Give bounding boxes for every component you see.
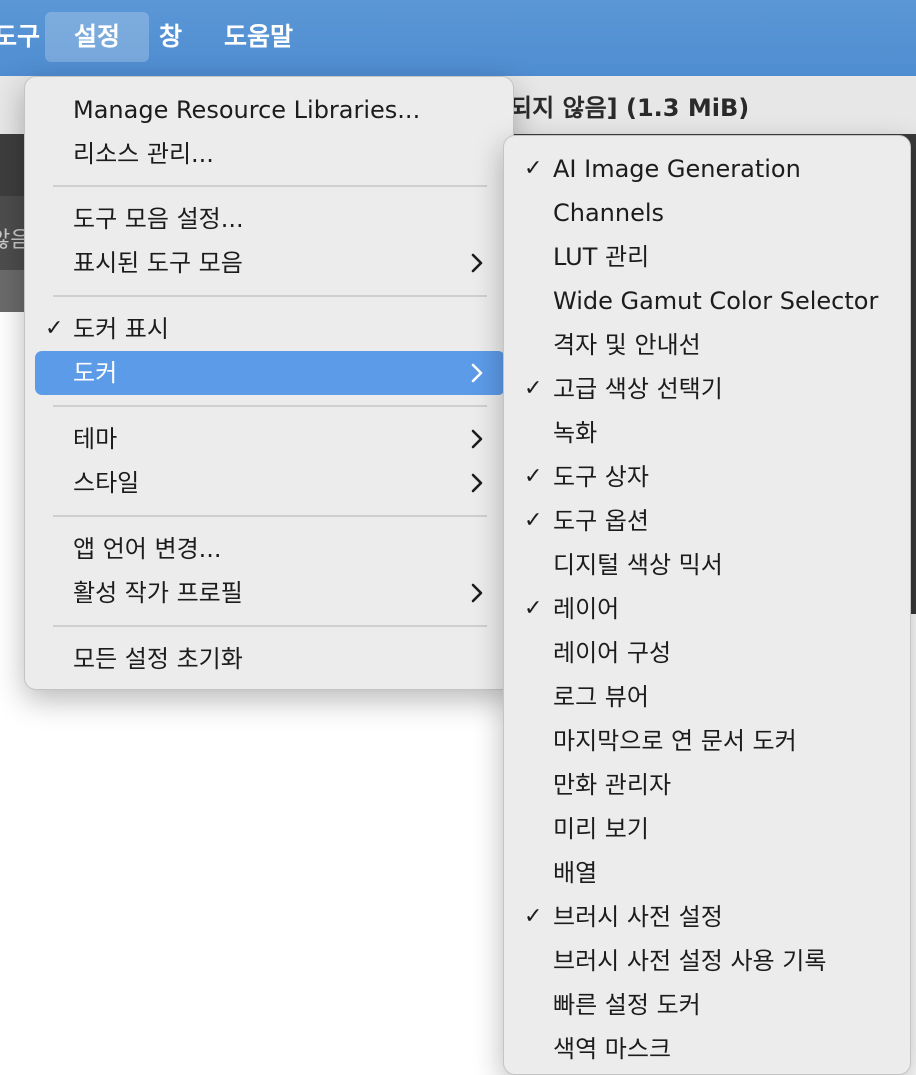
menu-item-label: 도커 표시	[73, 315, 169, 343]
menu-item-label: 테마	[73, 425, 118, 453]
menu-separator	[53, 185, 487, 187]
menu-item-label: 도구 모음 설정...	[73, 205, 244, 233]
menu-item-active-author-profile[interactable]: 활성 작가 프로필	[35, 571, 505, 615]
menu-item-label: 스타일	[73, 469, 140, 497]
docker-item-channels[interactable]: Channels	[510, 191, 906, 235]
menu-item-switch-app-language[interactable]: 앱 언어 변경...	[35, 527, 505, 571]
menu-item-label: 모든 설정 초기화	[73, 645, 243, 673]
docker-item-label: 레이어	[553, 595, 620, 623]
docker-item-label: 녹화	[553, 419, 598, 447]
checkmark-icon: ✓	[524, 464, 543, 489]
menu-item-themes[interactable]: 테마	[35, 417, 505, 461]
docker-item-label: 색역 마스크	[553, 1035, 672, 1063]
menu-bar: 도구 설정 창 도움말	[0, 0, 916, 76]
docker-item-grids-and-guides[interactable]: 격자 및 안내선	[510, 323, 906, 367]
checkmark-icon: ✓	[524, 376, 543, 401]
docker-item-tool-options[interactable]: ✓ 도구 옵션	[510, 499, 906, 543]
chevron-right-icon	[467, 351, 487, 395]
docker-item-compositions[interactable]: 레이어 구성	[510, 631, 906, 675]
docker-item-label: 브러시 사전 설정 사용 기록	[553, 947, 827, 975]
menu-item-label: 앱 언어 변경...	[73, 535, 222, 563]
docker-item-comics-manager[interactable]: 만화 관리자	[510, 763, 906, 807]
dockers-submenu: ✓ AI Image Generation Channels LUT 관리 Wid…	[503, 135, 911, 1075]
docker-item-label: Wide Gamut Color Selector	[553, 287, 879, 315]
docker-item-ai-image-generation[interactable]: ✓ AI Image Generation	[510, 147, 906, 191]
settings-menu: Manage Resource Libraries... 리소스 관리... 도…	[24, 76, 514, 690]
menu-separator	[53, 625, 487, 627]
chevron-right-icon	[467, 241, 487, 285]
checkmark-icon: ✓	[524, 596, 543, 621]
docker-item-label: 고급 색상 선택기	[553, 375, 723, 403]
menu-item-label: 활성 작가 프로필	[73, 579, 243, 607]
docker-item-label: 미리 보기	[553, 815, 649, 843]
menu-item-label: 리소스 관리...	[73, 140, 214, 168]
menu-separator	[53, 405, 487, 407]
docker-item-advanced-color-selector[interactable]: ✓ 고급 색상 선택기	[510, 367, 906, 411]
docker-item-label: 레이어 구성	[553, 639, 672, 667]
menu-separator	[53, 295, 487, 297]
menu-item-label: Manage Resource Libraries...	[73, 96, 421, 124]
docker-item-label: 마지막으로 연 문서 도커	[553, 727, 797, 755]
docker-item-label: 만화 관리자	[553, 771, 672, 799]
docker-item-label: 격자 및 안내선	[553, 331, 701, 359]
docker-item-recorder[interactable]: 녹화	[510, 411, 906, 455]
menu-item-show-dockers[interactable]: ✓ 도커 표시	[35, 307, 505, 351]
docker-item-label: 도구 옵션	[553, 507, 649, 535]
docker-item-label: 브러시 사전 설정	[553, 903, 723, 931]
docker-item-label: 로그 뷰어	[553, 683, 649, 711]
docker-item-quick-settings[interactable]: 빠른 설정 도커	[510, 983, 906, 1027]
docker-item-label: 디지털 색상 믹서	[553, 551, 723, 579]
menu-item-dockers[interactable]: 도커	[35, 351, 505, 395]
docker-item-overview[interactable]: 미리 보기	[510, 807, 906, 851]
chevron-right-icon	[467, 417, 487, 461]
docker-item-toolbox[interactable]: ✓ 도구 상자	[510, 455, 906, 499]
docker-item-label: 도구 상자	[553, 463, 649, 491]
menubar-item-help[interactable]: 도움말	[224, 12, 293, 62]
docker-item-brush-presets[interactable]: ✓ 브러시 사전 설정	[510, 895, 906, 939]
menu-item-label: 표시된 도구 모음	[73, 249, 243, 277]
docker-item-label: AI Image Generation	[553, 155, 801, 183]
document-title: 되지 않음] (1.3 MiB)	[510, 94, 750, 122]
docker-item-label: 배열	[553, 859, 598, 887]
checkmark-icon: ✓	[524, 156, 543, 181]
docker-item-layers[interactable]: ✓ 레이어	[510, 587, 906, 631]
menu-item-label: 도커	[73, 359, 118, 387]
docker-item-log-viewer[interactable]: 로그 뷰어	[510, 675, 906, 719]
menubar-item-window[interactable]: 창	[159, 12, 182, 62]
menu-item-reset-all-settings[interactable]: 모든 설정 초기화	[35, 637, 505, 681]
menu-item-manage-resources[interactable]: 리소스 관리...	[35, 132, 505, 176]
menu-item-shown-toolbars[interactable]: 표시된 도구 모음	[35, 241, 505, 285]
docker-item-gamut-masks[interactable]: 색역 마스크	[510, 1027, 906, 1071]
docker-item-wide-gamut-color-selector[interactable]: Wide Gamut Color Selector	[510, 279, 906, 323]
docker-item-label: Channels	[553, 199, 665, 227]
docker-item-label: 빠른 설정 도커	[553, 991, 701, 1019]
docker-item-brush-preset-history[interactable]: 브러시 사전 설정 사용 기록	[510, 939, 906, 983]
chevron-right-icon	[467, 571, 487, 615]
menu-item-styles[interactable]: 스타일	[35, 461, 505, 505]
menubar-item-tools[interactable]: 도구	[0, 12, 40, 62]
docker-item-lut-management[interactable]: LUT 관리	[510, 235, 906, 279]
docker-item-last-documents[interactable]: 마지막으로 연 문서 도커	[510, 719, 906, 763]
menubar-item-settings[interactable]: 설정	[45, 12, 149, 62]
menu-item-configure-toolbars[interactable]: 도구 모음 설정...	[35, 197, 505, 241]
docker-item-arrange[interactable]: 배열	[510, 851, 906, 895]
menu-item-manage-resource-libraries[interactable]: Manage Resource Libraries...	[35, 88, 505, 132]
docker-item-label: LUT 관리	[553, 243, 650, 271]
chevron-right-icon	[467, 461, 487, 505]
checkmark-icon: ✓	[524, 904, 543, 929]
checkmark-icon: ✓	[45, 316, 64, 341]
menu-separator	[53, 515, 487, 517]
checkmark-icon: ✓	[524, 508, 543, 533]
docker-item-digital-color-mixer[interactable]: 디지털 색상 믹서	[510, 543, 906, 587]
